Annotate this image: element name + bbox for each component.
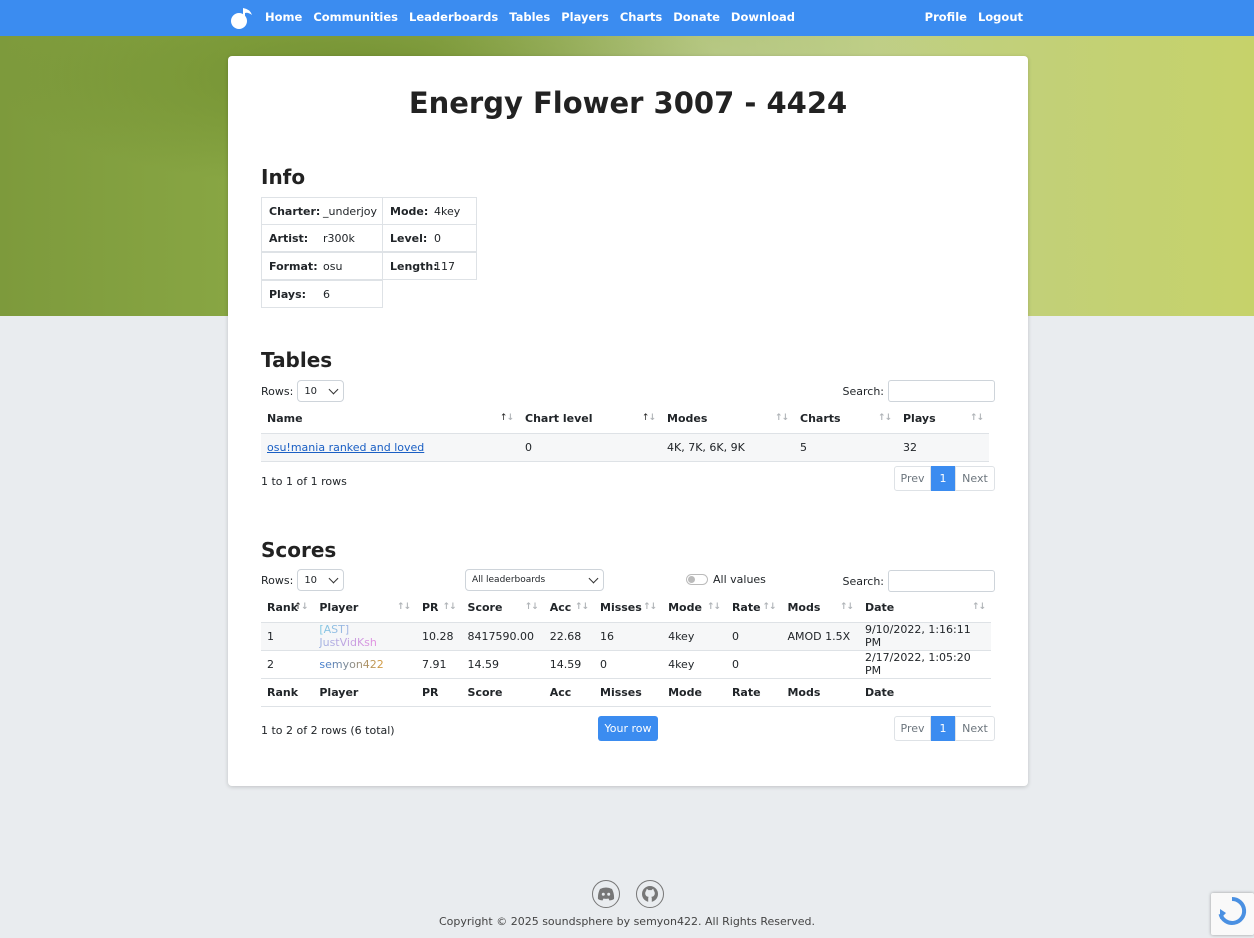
scores-col-rate[interactable]: Rate ↑↓ [725, 594, 782, 623]
sort-icon: ↑↓ [706, 602, 721, 612]
info-heading: Info [261, 165, 306, 189]
sort-icon: ↑↓ [969, 413, 984, 423]
sort-icon: ↑↓ [762, 602, 776, 612]
sort-icon: ↑↓ [442, 602, 456, 612]
tables-heading: Tables [261, 348, 333, 372]
page-title: Energy Flower 3007 - 4424 [408, 86, 848, 120]
scores-col-rank[interactable]: Rank ↑↓ [261, 594, 314, 623]
tables-pagination: Prev 1 Next [894, 466, 995, 491]
table-footer-row: Rank Player PR Score Acc Misses Mode Rat… [261, 678, 991, 707]
tables-rows-control: Rows: 10 [261, 380, 345, 402]
logo-icon[interactable] [228, 4, 256, 32]
chevron-down-icon [328, 384, 339, 394]
tables-col-modes[interactable]: Modes ↑↓ [661, 405, 794, 434]
sort-icon: ↑↓ [396, 602, 411, 612]
your-row-button[interactable]: Your row [598, 716, 658, 741]
page-1-button[interactable]: 1 [931, 466, 955, 491]
sort-icon: ↑↓ [294, 602, 308, 612]
scores-row-count: 1 to 2 of 2 rows (6 total) [261, 724, 395, 737]
scores-rows-select[interactable]: 10 [297, 569, 345, 591]
all-values-toggle[interactable]: All values [686, 573, 766, 586]
sort-icon: ↑↓ [971, 602, 986, 612]
nav-home[interactable]: Home [265, 10, 302, 24]
scores-search-input[interactable] [888, 570, 995, 592]
sort-icon: ↑↓ [839, 602, 854, 612]
recaptcha-badge [1211, 893, 1254, 935]
next-button[interactable]: Next [955, 466, 995, 491]
scores-rows-control: Rows: 10 [261, 569, 345, 591]
nav-profile[interactable]: Profile [925, 10, 967, 24]
next-button[interactable]: Next [955, 716, 995, 741]
sort-icon: ↑↓ [642, 602, 657, 612]
nav-donate[interactable]: Donate [673, 10, 720, 24]
info-mode: Mode: 4key [382, 197, 477, 225]
scores-table: Rank ↑↓ Player ↑↓ PR ↑↓ Score ↑↓ Acc ↑↓ Misse… [261, 594, 991, 707]
sort-icon: ↑↓ [641, 413, 656, 423]
nav-logout[interactable]: Logout [978, 10, 1023, 24]
page-1-button[interactable]: 1 [931, 716, 955, 741]
nav-leaderboards[interactable]: Leaderboards [409, 10, 498, 24]
chevron-down-icon [588, 573, 599, 583]
scores-col-acc[interactable]: Acc ↑↓ [543, 594, 594, 623]
tables-search-input[interactable] [888, 380, 995, 402]
scores-col-misses[interactable]: Misses ↑↓ [594, 594, 663, 623]
scores-col-score[interactable]: Score ↑↓ [461, 594, 544, 623]
sort-icon: ↑↓ [499, 413, 514, 423]
tables-search: Search: [843, 380, 995, 402]
tables-col-plays[interactable]: Plays ↑↓ [897, 405, 989, 434]
prev-button[interactable]: Prev [894, 466, 931, 491]
nav-players[interactable]: Players [561, 10, 609, 24]
table-name-link[interactable]: osu!mania ranked and loved [267, 441, 424, 454]
scores-col-mods[interactable]: Mods ↑↓ [781, 594, 859, 623]
nav-download[interactable]: Download [731, 10, 795, 24]
chart-card: Energy Flower 3007 - 4424 Info Charter: _… [228, 56, 1028, 786]
scores-col-date[interactable]: Date ↑↓ [858, 594, 991, 623]
chevron-down-icon [328, 573, 339, 583]
sort-icon: ↑↓ [574, 602, 589, 612]
tables-col-chart-level[interactable]: Chart level ↑↓ [519, 405, 661, 434]
scores-col-mode[interactable]: Mode ↑↓ [662, 594, 726, 623]
discord-icon[interactable] [592, 880, 620, 908]
info-artist: Artist: r300k [261, 224, 383, 252]
tables-table: Name ↑↓ Chart level ↑↓ Modes ↑↓ Charts ↑↓ Pl… [261, 405, 989, 462]
player-link[interactable]: [AST] JustVidKsh [319, 623, 377, 649]
sort-icon: ↑↓ [524, 602, 539, 612]
nav-tables[interactable]: Tables [509, 10, 550, 24]
table-row: 2 semyon422 7.91 14.59 14.59 0 4key 0 2/… [261, 650, 991, 679]
tables-col-name[interactable]: Name ↑↓ [261, 405, 519, 434]
sort-icon: ↑↓ [774, 413, 789, 423]
tables-col-charts[interactable]: Charts ↑↓ [794, 405, 897, 434]
leaderboard-select[interactable]: All leaderboards [465, 569, 604, 591]
scores-pagination: Prev 1 Next [894, 716, 995, 741]
tables-row-count: 1 to 1 of 1 rows [261, 475, 347, 488]
scores-heading: Scores [261, 538, 337, 562]
info-charter: Charter: _underjoy [261, 197, 383, 225]
info-level: Level: 0 [382, 224, 477, 252]
nav-communities[interactable]: Communities [313, 10, 398, 24]
sort-icon: ↑↓ [877, 413, 892, 423]
info-length: Length: 117 [382, 252, 477, 280]
github-icon[interactable] [636, 880, 664, 908]
table-row: osu!mania ranked and loved 0 4K, 7K, 6K,… [261, 433, 989, 462]
navbar: Home Communities Leaderboards Tables Pla… [0, 0, 1254, 36]
info-plays: Plays: 6 [261, 280, 383, 308]
scores-col-pr[interactable]: PR ↑↓ [416, 594, 462, 623]
scores-col-player[interactable]: Player ↑↓ [313, 594, 416, 623]
toggle-switch[interactable] [686, 574, 708, 585]
player-link[interactable]: semyon422 [319, 658, 383, 671]
copyright: Copyright © 2025 soundsphere by semyon42… [438, 915, 816, 928]
nav-charts[interactable]: Charts [620, 10, 662, 24]
scores-search: Search: [843, 570, 995, 592]
table-row: 1 [AST] JustVidKsh 10.28 8417590.00 22.6… [261, 622, 991, 651]
prev-button[interactable]: Prev [894, 716, 931, 741]
info-format: Format: osu [261, 252, 383, 280]
tables-rows-select[interactable]: 10 [297, 380, 345, 402]
